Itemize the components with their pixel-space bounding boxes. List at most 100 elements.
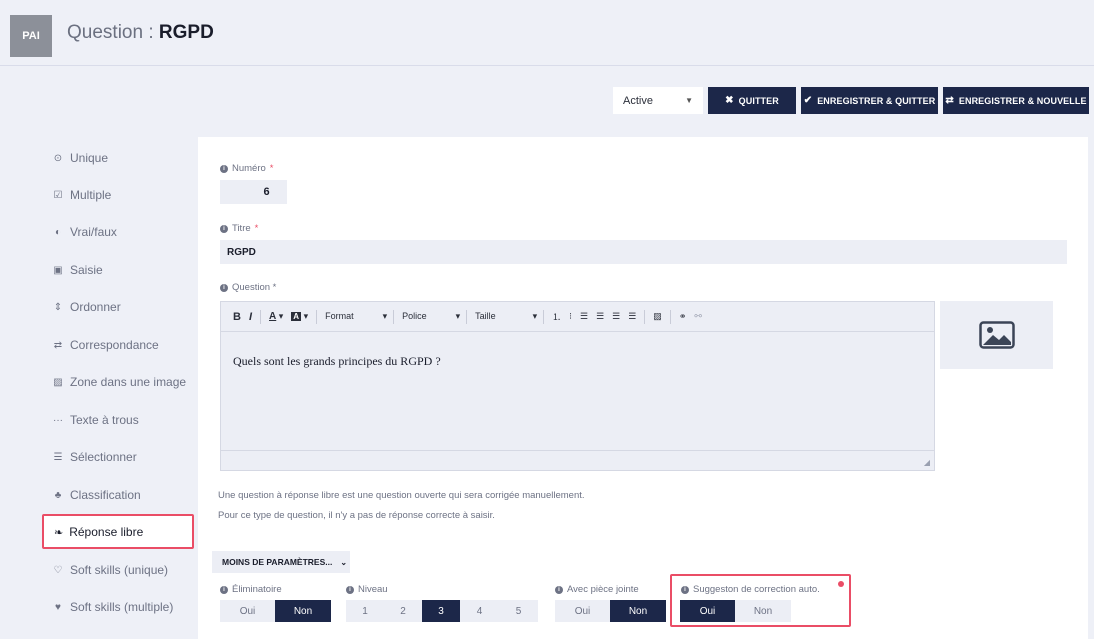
piece-jointe-option-oui[interactable]: Oui: [555, 600, 610, 622]
insert-image-icon[interactable]: ▨: [653, 311, 662, 322]
checkbox-icon: ☑: [53, 189, 63, 201]
heart-icon: ♥: [55, 601, 61, 613]
check-icon: ✔: [803, 95, 813, 106]
titre-value: RGPD: [227, 246, 256, 258]
chevron-down-icon: ▼: [685, 96, 693, 105]
status-select[interactable]: Active ▼: [613, 87, 703, 114]
toolbar-separator: [669, 309, 671, 324]
help-text-line-2: Pour ce type de question, il n'y a pas d…: [218, 510, 495, 521]
sidebar-item-unique[interactable]: ⊙ Unique: [52, 151, 108, 165]
question-text: Quels sont les grands principes du RGPD …: [233, 354, 441, 368]
sidebar-item-label: Multiple: [70, 188, 112, 202]
info-icon: i: [346, 585, 354, 594]
swap-icon: ⇄: [53, 339, 63, 351]
required-mark: *: [254, 223, 259, 234]
sidebar-item-classification[interactable]: ♣ Classification: [52, 488, 141, 502]
bg-color-button[interactable]: A ▾: [291, 311, 308, 322]
bold-button[interactable]: B: [233, 311, 241, 323]
toolbar-separator: [543, 309, 545, 324]
format-dropdown-label: Format: [325, 311, 354, 321]
info-icon: i: [220, 224, 228, 233]
sidebar-item-label: Saisie: [70, 263, 103, 277]
niveau-label: i Niveau: [346, 584, 388, 595]
list-icon: ☰: [53, 451, 63, 463]
eliminatoire-option-non[interactable]: Non: [275, 600, 331, 622]
save-quit-button[interactable]: ✔ ENREGISTRER & QUITTER: [801, 87, 938, 114]
numero-input[interactable]: 6: [220, 180, 287, 204]
question-text-area[interactable]: Quels sont les grands principes du RGPD …: [221, 332, 934, 450]
sidebar-item-label: Réponse libre: [69, 525, 144, 539]
sidebar-item-reponse-libre[interactable]: ❧ Réponse libre: [42, 514, 194, 549]
link-icon[interactable]: ⚭: [679, 311, 687, 322]
titre-input[interactable]: RGPD: [220, 240, 1067, 264]
niveau-option-2[interactable]: 2: [384, 600, 422, 622]
align-right-icon[interactable]: ☰: [612, 311, 620, 322]
format-dropdown[interactable]: Format ▾: [325, 311, 387, 322]
save-quit-button-label: ENREGISTRER & QUITTER: [817, 95, 936, 106]
question-label-text: Question *: [232, 282, 277, 293]
sidebar-item-label: Soft skills (unique): [70, 563, 169, 577]
image-placeholder-icon: [978, 321, 1015, 349]
dots-icon: ···: [53, 414, 63, 426]
sidebar-item-label: Classification: [70, 488, 141, 502]
quit-button[interactable]: ✖ QUITTER: [708, 87, 796, 114]
sidebar-item-selectionner[interactable]: ☰ Sélectionner: [52, 450, 137, 464]
eliminatoire-label: i Éliminatoire: [220, 584, 282, 595]
sidebar-item-soft-skills-unique[interactable]: ♡ Soft skills (unique): [52, 563, 169, 577]
text-color-button[interactable]: A ▾: [269, 311, 283, 322]
save-new-button[interactable]: ⇄ ENREGISTRER & NOUVELLE: [943, 87, 1089, 114]
status-select-value: Active: [623, 94, 653, 107]
piece-jointe-label-text: Avec pièce jointe: [567, 584, 639, 595]
sidebar-item-texte-trous[interactable]: ··· Texte à trous: [52, 413, 139, 427]
less-params-label: MOINS DE PARAMÈTRES...: [222, 557, 333, 567]
numbered-list-icon[interactable]: ⒈: [552, 310, 561, 323]
niveau-option-1[interactable]: 1: [346, 600, 384, 622]
editor-status-bar: ◢: [221, 450, 934, 470]
question-image-upload[interactable]: [940, 301, 1053, 369]
sidebar-item-label: Ordonner: [70, 300, 121, 314]
resize-handle-icon[interactable]: ◢: [924, 458, 930, 467]
taille-dropdown-label: Taille: [475, 311, 496, 321]
close-icon: ✖: [725, 95, 734, 106]
chevron-down-icon: ▾: [532, 311, 538, 321]
sidebar-item-soft-skills-multiple[interactable]: ♥ Soft skills (multiple): [52, 600, 173, 614]
sidebar-item-correspondance[interactable]: ⇄ Correspondance: [52, 338, 159, 352]
align-center-icon[interactable]: ☰: [596, 311, 604, 322]
sidebar-item-multiple[interactable]: ☑ Multiple: [52, 188, 112, 202]
page-title-prefix: Question :: [67, 22, 159, 43]
half-circle-icon: ◐: [54, 226, 62, 238]
sidebar-item-label: Vrai/faux: [70, 225, 117, 239]
save-new-button-label: ENREGISTRER & NOUVELLE: [958, 95, 1087, 106]
align-left-icon[interactable]: ☰: [580, 311, 588, 322]
help-text-line-1: Une question à réponse libre est une que…: [218, 490, 585, 501]
sidebar-item-saisie[interactable]: ▣ Saisie: [52, 263, 103, 277]
chevron-down-icon: ⌄: [340, 557, 348, 567]
unlink-icon[interactable]: ⚯: [694, 311, 702, 322]
image-icon: ▨: [53, 376, 63, 388]
titre-label-text: Titre: [232, 223, 251, 234]
less-params-button[interactable]: MOINS DE PARAMÈTRES... ⌄: [212, 551, 350, 573]
hierarchy-icon: ♣: [54, 489, 62, 501]
sidebar-item-ordonner[interactable]: ⇕ Ordonner: [52, 300, 121, 314]
taille-dropdown[interactable]: Taille ▾: [475, 311, 537, 322]
niveau-option-4[interactable]: 4: [460, 600, 499, 622]
info-icon: i: [220, 585, 228, 594]
police-dropdown[interactable]: Police ▾: [402, 311, 460, 322]
piece-jointe-option-non[interactable]: Non: [610, 600, 666, 622]
police-dropdown-label: Police: [402, 311, 427, 321]
italic-button[interactable]: I: [249, 311, 252, 323]
sidebar-item-label: Texte à trous: [70, 413, 139, 427]
numero-label-text: Numéro: [232, 163, 266, 174]
info-icon: i: [220, 164, 228, 173]
sidebar-item-zone-image[interactable]: ▨ Zone dans une image: [52, 375, 186, 389]
sidebar-item-vrai-faux[interactable]: ◐ Vrai/faux: [52, 225, 117, 239]
question-label: i Question *: [220, 282, 276, 293]
numero-label: i Numéro *: [220, 163, 274, 174]
chevron-down-icon: ▾: [455, 311, 461, 321]
niveau-option-3[interactable]: 3: [422, 600, 460, 622]
niveau-option-5[interactable]: 5: [499, 600, 538, 622]
align-justify-icon[interactable]: ☰: [628, 311, 636, 322]
bullet-list-icon[interactable]: ⁝: [569, 311, 572, 322]
page-title: Question : RGPD: [67, 22, 214, 44]
eliminatoire-option-oui[interactable]: Oui: [220, 600, 275, 622]
